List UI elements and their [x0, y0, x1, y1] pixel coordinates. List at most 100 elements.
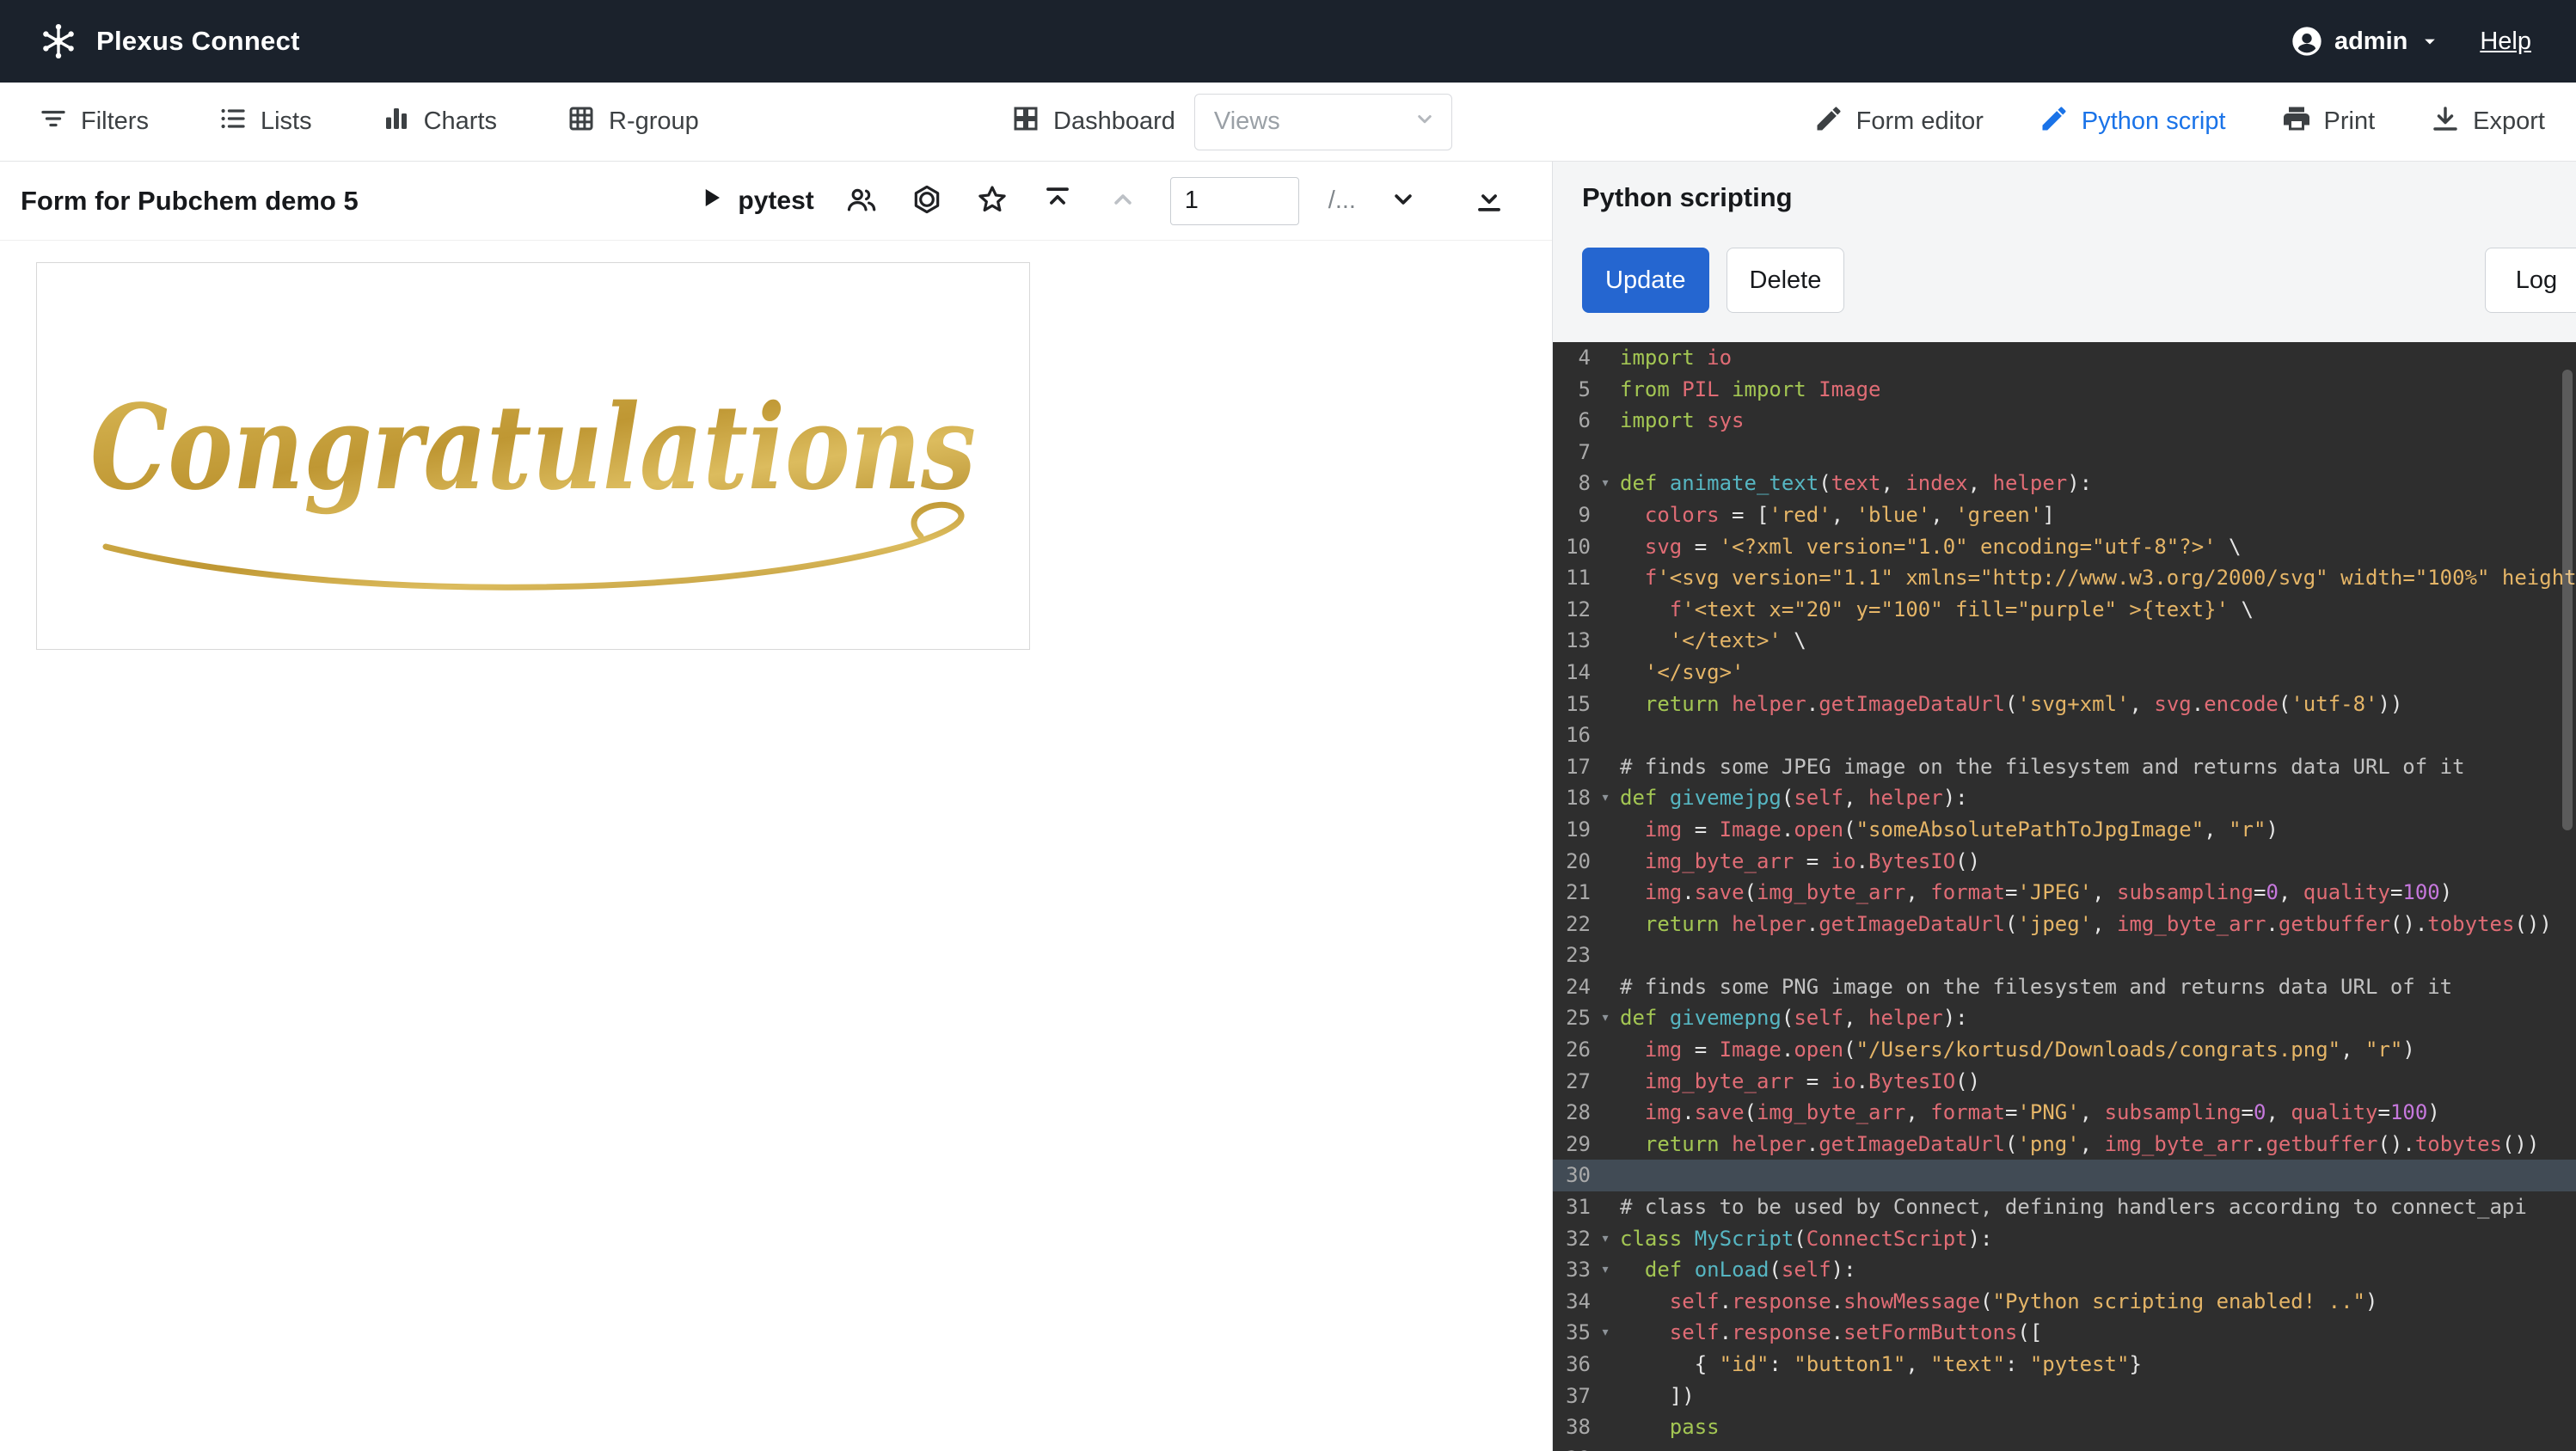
code-line-14[interactable]: 14 '</svg>'	[1553, 657, 2576, 689]
code-text: return helper.getImageDataUrl('png', img…	[1644, 1131, 2540, 1156]
python-script-label: Python script	[2081, 107, 2226, 135]
line-number: 16	[1566, 723, 1591, 748]
code-text: class MyScript(ConnectScript):	[1620, 1226, 1993, 1251]
fold-chevron-icon[interactable]: ▾	[1591, 468, 1620, 499]
editor-scrollbar[interactable]	[2562, 347, 2573, 1446]
fold-chevron-icon[interactable]: ▾	[1591, 782, 1620, 814]
code-text: def onLoad(self):	[1644, 1258, 1856, 1283]
code-line-10[interactable]: 10 svg = '<?xml version="1.0" encoding="…	[1553, 531, 2576, 563]
log-button[interactable]: Log	[2485, 248, 2576, 313]
people-icon	[845, 183, 878, 218]
structure-button[interactable]	[909, 181, 945, 220]
code-line-34[interactable]: 34 self.response.showMessage("Python scr…	[1553, 1286, 2576, 1318]
code-line-15[interactable]: 15 return helper.getImageDataUrl('svg+xm…	[1553, 689, 2576, 720]
fold-chevron-icon[interactable]: ▾	[1591, 1223, 1620, 1255]
play-icon	[698, 185, 724, 217]
help-link[interactable]: Help	[2480, 28, 2531, 56]
users-button[interactable]	[843, 181, 880, 220]
line-number: 9	[1578, 502, 1591, 527]
dashboard-icon	[1010, 103, 1041, 141]
python-script-button[interactable]: Python script	[2039, 103, 2226, 141]
collapse-bottom-icon	[1473, 183, 1506, 218]
scroll-bottom-button[interactable]	[1471, 181, 1507, 220]
scroll-top-button[interactable]	[1040, 181, 1076, 220]
line-number: 39	[1553, 1443, 1591, 1451]
code-line-9[interactable]: 9 colors = ['red', 'blue', 'green']	[1553, 499, 2576, 531]
code-line-27[interactable]: 27 img_byte_arr = io.BytesIO()	[1553, 1066, 2576, 1098]
code-line-7[interactable]: 7	[1553, 437, 2576, 468]
form-title: Form for Pubchem demo 5	[21, 185, 359, 216]
code-line-20[interactable]: 20 img_byte_arr = io.BytesIO()	[1553, 846, 2576, 878]
code-line-16[interactable]: 16	[1553, 719, 2576, 751]
line-number: 34	[1566, 1289, 1591, 1313]
code-line-18[interactable]: 18 ▾ def givemejpg(self, helper):	[1553, 782, 2576, 814]
code-line-4[interactable]: 4 import io	[1553, 342, 2576, 374]
code-line-23[interactable]: 23	[1553, 940, 2576, 971]
toolbar-center-group: Dashboard Views	[1010, 93, 1452, 150]
code-line-6[interactable]: 6 import sys	[1553, 405, 2576, 437]
export-button[interactable]: Export	[2430, 103, 2545, 141]
record-next-button[interactable]	[1385, 181, 1421, 220]
favorite-button[interactable]	[974, 181, 1010, 220]
code-line-33[interactable]: 33 ▾ def onLoad(self):	[1553, 1254, 2576, 1286]
rgroup-button[interactable]: R-group	[566, 103, 699, 141]
code-line-12[interactable]: 12 f'<text x="20" y="100" fill="purple" …	[1553, 594, 2576, 626]
fold-chevron-icon[interactable]: ▾	[1591, 1317, 1620, 1349]
form-canvas: Congratulations	[0, 241, 1552, 1451]
run-script-button[interactable]: pytest	[698, 185, 814, 217]
code-line-28[interactable]: 28 img.save(img_byte_arr, format='PNG', …	[1553, 1097, 2576, 1129]
toolbar-right-group: Form editor Python script Print Export	[1813, 103, 2545, 141]
views-select[interactable]: Views	[1193, 93, 1452, 150]
line-number: 4	[1578, 346, 1591, 370]
form-editor-button[interactable]: Form editor	[1813, 103, 1984, 141]
chevron-down-icon	[1412, 106, 1438, 138]
code-line-25[interactable]: 25 ▾ def givemepng(self, helper):	[1553, 1002, 2576, 1034]
benzene-ring-icon	[911, 183, 943, 218]
grid-icon	[566, 103, 597, 141]
code-line-39[interactable]: 39	[1553, 1443, 2576, 1451]
record-prev-button[interactable]	[1105, 181, 1141, 220]
code-line-35[interactable]: 35 ▾ self.response.setFormButtons([	[1553, 1317, 2576, 1349]
dashboard-button[interactable]: Dashboard	[1010, 103, 1175, 141]
code-line-29[interactable]: 29 return helper.getImageDataUrl('png', …	[1553, 1129, 2576, 1160]
code-line-21[interactable]: 21 img.save(img_byte_arr, format='JPEG',…	[1553, 877, 2576, 909]
rgroup-label: R-group	[609, 107, 699, 135]
navbar-right: admin Help	[2290, 24, 2531, 58]
fold-chevron-icon[interactable]: ▾	[1591, 1002, 1620, 1034]
code-line-37[interactable]: 37 ])	[1553, 1381, 2576, 1412]
lists-button[interactable]: Lists	[218, 103, 312, 141]
update-button[interactable]: Update	[1582, 248, 1709, 313]
line-number: 14	[1566, 659, 1591, 684]
code-line-22[interactable]: 22 return helper.getImageDataUrl('jpeg',…	[1553, 909, 2576, 940]
delete-button[interactable]: Delete	[1726, 248, 1845, 313]
code-line-24[interactable]: 24 # finds some PNG image on the filesyst…	[1553, 971, 2576, 1003]
code-line-38[interactable]: 38 pass	[1553, 1411, 2576, 1443]
code-text: { "id": "button1", "text": "pytest"}	[1620, 1352, 2142, 1376]
code-editor[interactable]: 4 import io 5 from PIL import Image 6 import …	[1553, 342, 2576, 1451]
code-text: colors = ['red', 'blue', 'green']	[1644, 502, 2055, 527]
brand-title: Plexus Connect	[96, 26, 300, 56]
record-number-input[interactable]	[1169, 176, 1299, 225]
filters-label: Filters	[81, 107, 149, 135]
download-icon	[2430, 103, 2461, 141]
code-line-31[interactable]: 31 # class to be used by Connect, definin…	[1553, 1191, 2576, 1223]
congratulations-image: Congratulations	[36, 262, 1030, 650]
code-line-26[interactable]: 26 img = Image.open("/Users/kortusd/Down…	[1553, 1034, 2576, 1066]
charts-button[interactable]: Charts	[381, 103, 497, 141]
code-line-11[interactable]: 11 f'<svg version="1.1" xmlns="http://ww…	[1553, 562, 2576, 594]
code-line-13[interactable]: 13 '</text>' \	[1553, 625, 2576, 657]
print-button[interactable]: Print	[2281, 103, 2375, 141]
code-line-19[interactable]: 19 img = Image.open("someAbsolutePathToJ…	[1553, 814, 2576, 846]
code-line-30[interactable]: 30	[1553, 1160, 2576, 1192]
code-line-17[interactable]: 17 # finds some JPEG image on the filesys…	[1553, 751, 2576, 783]
flourish-swash	[102, 501, 965, 591]
code-line-5[interactable]: 5 from PIL import Image	[1553, 374, 2576, 406]
code-line-36[interactable]: 36 { "id": "button1", "text": "pytest"}	[1553, 1349, 2576, 1381]
fold-chevron-icon[interactable]: ▾	[1591, 1254, 1620, 1286]
user-menu[interactable]: admin	[2290, 24, 2442, 58]
code-line-32[interactable]: 32 ▾ class MyScript(ConnectScript):	[1553, 1223, 2576, 1255]
code-line-8[interactable]: 8 ▾ def animate_text(text, index, helper):	[1553, 468, 2576, 499]
scrollbar-thumb[interactable]	[2562, 369, 2573, 831]
filters-button[interactable]: Filters	[38, 103, 149, 141]
